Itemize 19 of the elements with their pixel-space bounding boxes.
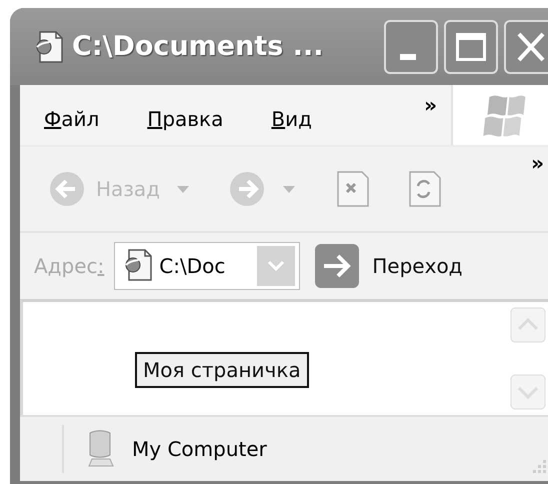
address-label: Адрес: [34,254,104,278]
page-button[interactable]: Моя страничка [135,352,309,388]
menu-item[interactable]: Файл [44,107,100,131]
overflow-chevron[interactable]: » [531,151,544,175]
maximize-button[interactable] [444,20,498,74]
menu-item[interactable]: Вид [271,107,312,131]
close-button[interactable] [504,20,548,74]
caret-icon [176,184,190,194]
overflow-chevron[interactable]: » [424,93,437,117]
minimize-icon [400,54,416,60]
go-button[interactable]: Переход [314,243,463,289]
menu-item[interactable]: Правка [147,107,224,131]
window-title: C:\Documents ... [72,31,324,62]
zone-label: My Computer [132,437,268,461]
caret-icon [282,184,296,194]
caret-icon [266,259,286,273]
address-field[interactable]: C:\Doc [114,242,300,290]
minimize-button[interactable] [384,20,438,74]
close-icon [517,32,545,62]
